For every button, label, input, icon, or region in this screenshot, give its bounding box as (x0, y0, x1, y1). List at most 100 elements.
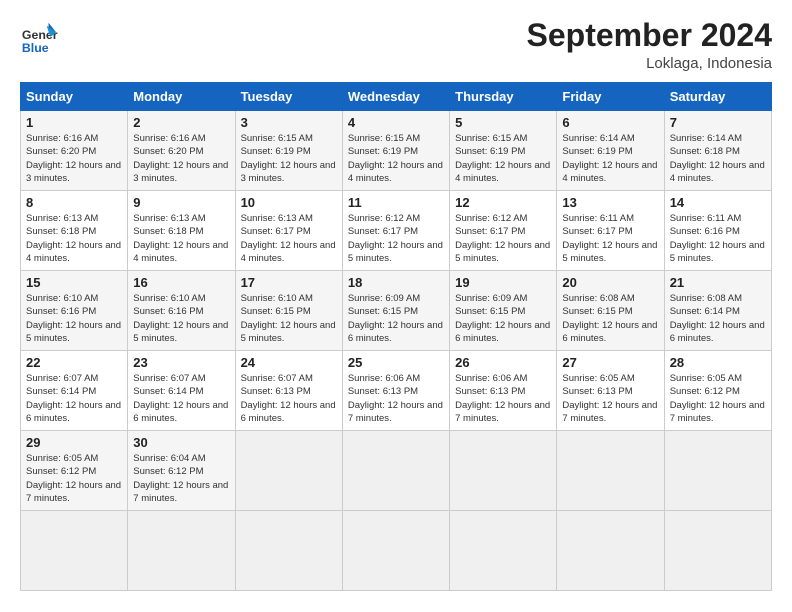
day-info: Sunrise: 6:14 AMSunset: 6:19 PMDaylight:… (562, 132, 658, 185)
day-number: 9 (133, 195, 229, 210)
day-number: 23 (133, 355, 229, 370)
header: General Blue September 2024 Loklaga, Ind… (20, 18, 772, 72)
table-row: 6 Sunrise: 6:14 AMSunset: 6:19 PMDaylight… (557, 111, 664, 191)
day-info: Sunrise: 6:11 AMSunset: 6:16 PMDaylight:… (670, 212, 766, 265)
day-info: Sunrise: 6:06 AMSunset: 6:13 PMDaylight:… (455, 372, 551, 425)
table-row: 3Sunrise: 6:15 AMSunset: 6:19 PMDaylight… (235, 111, 342, 191)
svg-text:Blue: Blue (22, 41, 49, 55)
day-number: 8 (26, 195, 122, 210)
table-row: 10Sunrise: 6:13 AMSunset: 6:17 PMDayligh… (235, 191, 342, 271)
page: General Blue September 2024 Loklaga, Ind… (0, 0, 792, 601)
table-row (450, 511, 557, 591)
day-info: Sunrise: 6:15 AMSunset: 6:19 PMDaylight:… (348, 132, 444, 185)
day-info: Sunrise: 6:10 AMSunset: 6:16 PMDaylight:… (26, 292, 122, 345)
table-row (450, 431, 557, 511)
col-friday: Friday (557, 83, 664, 111)
table-row: 19 Sunrise: 6:09 AMSunset: 6:15 PMDayligh… (450, 271, 557, 351)
calendar-row: 29 Sunrise: 6:05 AMSunset: 6:12 PMDayligh… (21, 431, 772, 511)
day-number: 28 (670, 355, 766, 370)
table-row (557, 431, 664, 511)
table-row: 26 Sunrise: 6:06 AMSunset: 6:13 PMDayligh… (450, 351, 557, 431)
day-number: 16 (133, 275, 229, 290)
day-info: Sunrise: 6:12 AMSunset: 6:17 PMDaylight:… (455, 212, 551, 265)
day-number: 30 (133, 435, 229, 450)
table-row: 13Sunrise: 6:11 AMSunset: 6:17 PMDayligh… (557, 191, 664, 271)
day-number: 25 (348, 355, 444, 370)
day-number: 12 (455, 195, 551, 210)
col-thursday: Thursday (450, 83, 557, 111)
title-area: September 2024 Loklaga, Indonesia (527, 18, 772, 72)
calendar-table: Sunday Monday Tuesday Wednesday Thursday… (20, 82, 772, 591)
table-row: 29 Sunrise: 6:05 AMSunset: 6:12 PMDayligh… (21, 431, 128, 511)
day-info: Sunrise: 6:13 AMSunset: 6:18 PMDaylight:… (133, 212, 229, 265)
day-number: 26 (455, 355, 551, 370)
col-monday: Monday (128, 83, 235, 111)
col-saturday: Saturday (664, 83, 771, 111)
day-number: 19 (455, 275, 551, 290)
table-row: 18Sunrise: 6:09 AMSunset: 6:15 PMDayligh… (342, 271, 449, 351)
table-row: 17 Sunrise: 6:10 AMSunset: 6:15 PMDayligh… (235, 271, 342, 351)
day-number: 7 (670, 115, 766, 130)
day-number: 1 (26, 115, 122, 130)
logo: General Blue (20, 18, 62, 56)
day-number: 6 (562, 115, 658, 130)
col-tuesday: Tuesday (235, 83, 342, 111)
table-row: 8Sunrise: 6:13 AMSunset: 6:18 PMDaylight… (21, 191, 128, 271)
day-number: 10 (241, 195, 337, 210)
location-title: Loklaga, Indonesia (527, 55, 772, 72)
table-row (342, 511, 449, 591)
table-row: 28Sunrise: 6:05 AMSunset: 6:12 PMDayligh… (664, 351, 771, 431)
day-number: 2 (133, 115, 229, 130)
table-row: 7 Sunrise: 6:14 AMSunset: 6:18 PMDaylight… (664, 111, 771, 191)
table-row: 5 Sunrise: 6:15 AMSunset: 6:19 PMDaylight… (450, 111, 557, 191)
table-row: 20Sunrise: 6:08 AMSunset: 6:15 PMDayligh… (557, 271, 664, 351)
table-row: 2 Sunrise: 6:16 AMSunset: 6:20 PMDaylight… (128, 111, 235, 191)
day-number: 18 (348, 275, 444, 290)
table-row (21, 511, 128, 591)
day-number: 27 (562, 355, 658, 370)
table-row (235, 511, 342, 591)
day-number: 22 (26, 355, 122, 370)
day-info: Sunrise: 6:15 AMSunset: 6:19 PMDaylight:… (455, 132, 551, 185)
day-number: 5 (455, 115, 551, 130)
day-number: 15 (26, 275, 122, 290)
day-number: 3 (241, 115, 337, 130)
table-row (664, 431, 771, 511)
table-row (235, 431, 342, 511)
day-info: Sunrise: 6:12 AMSunset: 6:17 PMDaylight:… (348, 212, 444, 265)
day-info: Sunrise: 6:05 AMSunset: 6:12 PMDaylight:… (26, 452, 122, 505)
day-info: Sunrise: 6:07 AMSunset: 6:14 PMDaylight:… (26, 372, 122, 425)
day-number: 13 (562, 195, 658, 210)
day-info: Sunrise: 6:10 AMSunset: 6:15 PMDaylight:… (241, 292, 337, 345)
table-row: 14 Sunrise: 6:11 AMSunset: 6:16 PMDayligh… (664, 191, 771, 271)
day-number: 14 (670, 195, 766, 210)
day-info: Sunrise: 6:16 AMSunset: 6:20 PMDaylight:… (26, 132, 122, 185)
day-number: 29 (26, 435, 122, 450)
calendar-row: 8 Sunrise: 6:13 AMSunset: 6:18 PMDaylight… (21, 191, 772, 271)
table-row: 22 Sunrise: 6:07 AMSunset: 6:14 PMDayligh… (21, 351, 128, 431)
table-row: 1 Sunrise: 6:16 AMSunset: 6:20 PMDaylight… (21, 111, 128, 191)
calendar-row: 15 Sunrise: 6:10 AMSunset: 6:16 PMDayligh… (21, 271, 772, 351)
day-info: Sunrise: 6:08 AMSunset: 6:15 PMDaylight:… (562, 292, 658, 345)
day-info: Sunrise: 6:10 AMSunset: 6:16 PMDaylight:… (133, 292, 229, 345)
calendar-header-row: Sunday Monday Tuesday Wednesday Thursday… (21, 83, 772, 111)
day-info: Sunrise: 6:05 AMSunset: 6:13 PMDaylight:… (562, 372, 658, 425)
day-number: 17 (241, 275, 337, 290)
table-row: 15 Sunrise: 6:10 AMSunset: 6:16 PMDayligh… (21, 271, 128, 351)
day-number: 11 (348, 195, 444, 210)
table-row: 12 Sunrise: 6:12 AMSunset: 6:17 PMDayligh… (450, 191, 557, 271)
table-row (557, 511, 664, 591)
day-info: Sunrise: 6:07 AMSunset: 6:14 PMDaylight:… (133, 372, 229, 425)
table-row: 11 Sunrise: 6:12 AMSunset: 6:17 PMDayligh… (342, 191, 449, 271)
col-sunday: Sunday (21, 83, 128, 111)
day-info: Sunrise: 6:06 AMSunset: 6:13 PMDaylight:… (348, 372, 444, 425)
table-row (128, 511, 235, 591)
day-info: Sunrise: 6:14 AMSunset: 6:18 PMDaylight:… (670, 132, 766, 185)
table-row: 21Sunrise: 6:08 AMSunset: 6:14 PMDayligh… (664, 271, 771, 351)
table-row (342, 431, 449, 511)
table-row: 9 Sunrise: 6:13 AMSunset: 6:18 PMDaylight… (128, 191, 235, 271)
table-row: 30Sunrise: 6:04 AMSunset: 6:12 PMDayligh… (128, 431, 235, 511)
day-info: Sunrise: 6:16 AMSunset: 6:20 PMDaylight:… (133, 132, 229, 185)
table-row: 27 Sunrise: 6:05 AMSunset: 6:13 PMDayligh… (557, 351, 664, 431)
day-info: Sunrise: 6:09 AMSunset: 6:15 PMDaylight:… (455, 292, 551, 345)
